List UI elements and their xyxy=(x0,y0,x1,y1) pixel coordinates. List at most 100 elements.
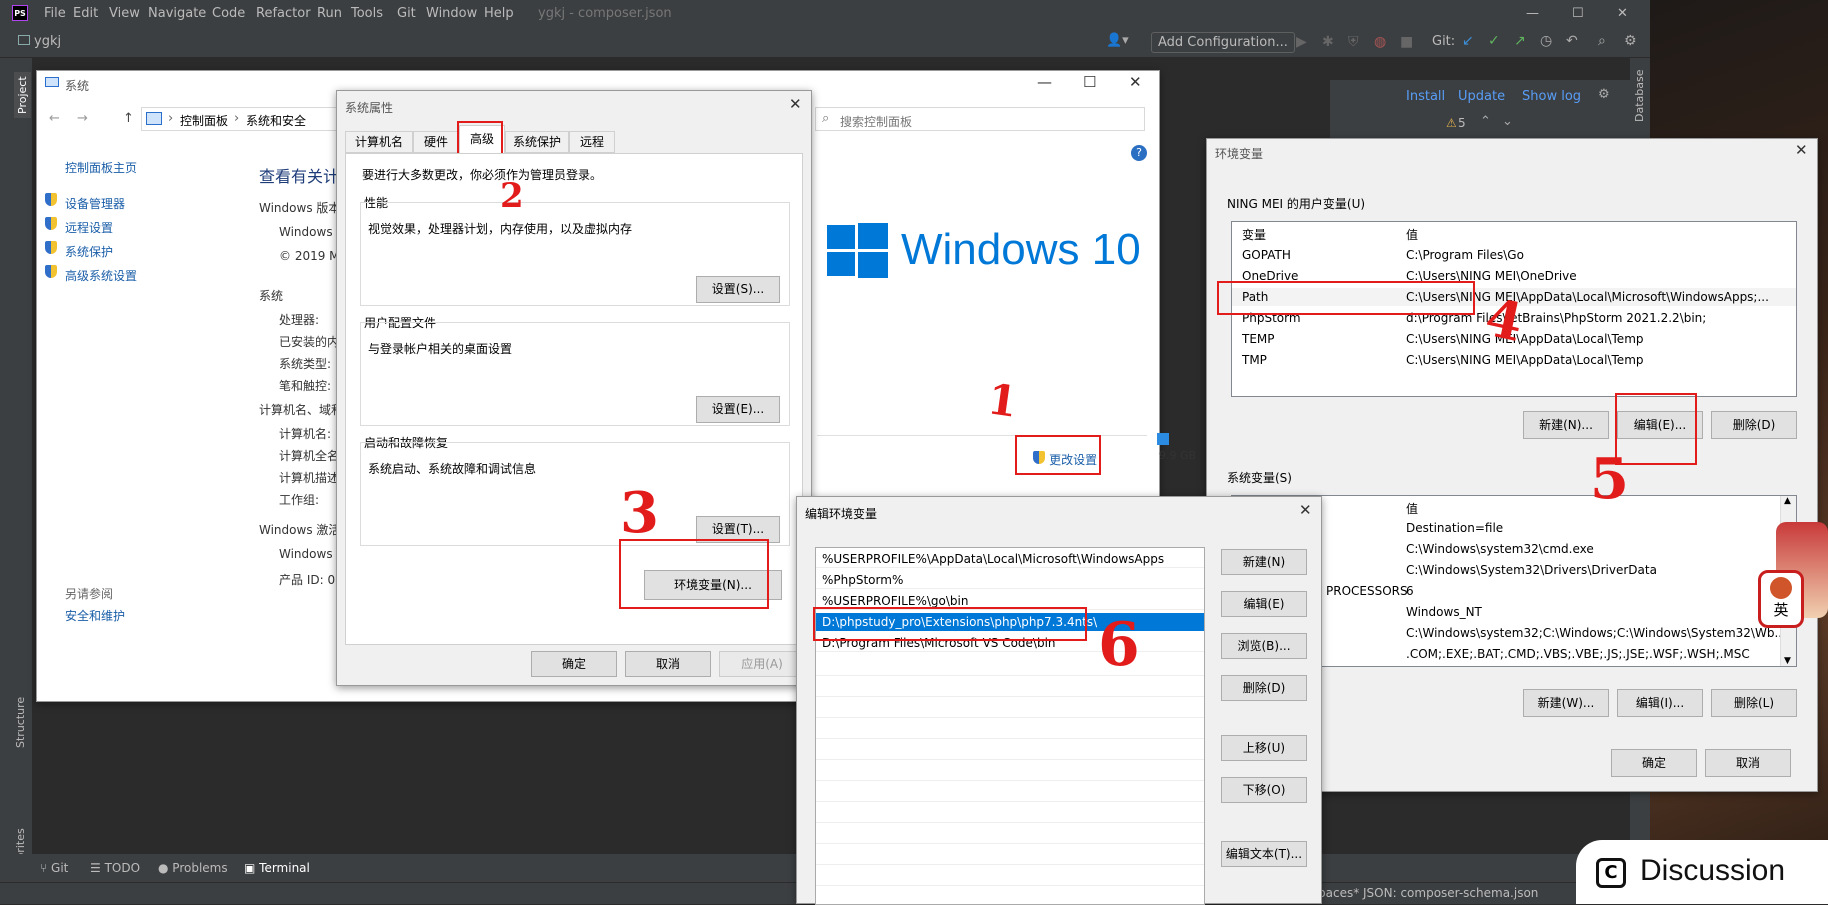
user-new-button[interactable]: 新建(N)... xyxy=(1523,411,1609,439)
ime-indicator[interactable]: 英 xyxy=(1758,570,1804,628)
terminal-tab[interactable]: ▣ Terminal xyxy=(244,861,310,875)
cancel-button[interactable]: 取消 xyxy=(625,651,711,677)
close-icon[interactable]: ✕ xyxy=(1617,6,1628,21)
menu-refactor[interactable]: Refactor xyxy=(256,6,311,21)
forward-icon[interactable]: → xyxy=(77,111,88,126)
menu-git[interactable]: Git xyxy=(397,6,416,21)
list-item[interactable]: %USERPROFILE%\AppData\Local\Microsoft\Wi… xyxy=(816,550,1204,568)
tab-remote[interactable]: 远程 xyxy=(569,131,615,153)
chevron-up-icon[interactable]: ⌃ xyxy=(1480,114,1491,129)
database-tool-tab[interactable]: Database xyxy=(1633,70,1646,123)
stop-icon[interactable]: ■ xyxy=(1400,34,1413,50)
back-icon[interactable]: ← xyxy=(49,111,60,126)
copyright: © 2019 M xyxy=(279,249,340,263)
ok-button[interactable]: 确定 xyxy=(531,651,617,677)
history-icon[interactable]: ◷ xyxy=(1540,33,1552,49)
tab-computer-name[interactable]: 计算机名 xyxy=(345,131,413,153)
column-value[interactable]: 值 xyxy=(1406,500,1418,517)
delete-button[interactable]: 删除(D) xyxy=(1221,675,1307,701)
menu-run[interactable]: Run xyxy=(317,6,342,21)
move-up-button[interactable]: 上移(U) xyxy=(1221,735,1307,761)
up-icon[interactable]: ↑ xyxy=(123,111,134,126)
structure-tool-tab[interactable]: Structure xyxy=(14,697,27,748)
breadcrumb-system-security[interactable]: 系统和安全 xyxy=(246,112,306,129)
control-panel-home-link[interactable]: 控制面板主页 xyxy=(65,159,137,176)
git-tab[interactable]: ⑂ Git xyxy=(40,861,68,875)
shield-icon xyxy=(45,241,57,258)
table-row[interactable]: GOPATH C:\Program Files\Go xyxy=(1232,246,1796,264)
user-delete-button[interactable]: 删除(D) xyxy=(1711,411,1797,439)
composer-update-link[interactable]: Update xyxy=(1458,89,1505,104)
edit-text-button[interactable]: 编辑文本(T)... xyxy=(1221,841,1307,867)
menu-code[interactable]: Code xyxy=(212,6,245,21)
variable-name: TMP xyxy=(1242,353,1267,367)
run-icon[interactable]: ▶ xyxy=(1296,34,1307,50)
edit-button[interactable]: 编辑(E) xyxy=(1221,591,1307,617)
close-icon[interactable]: ✕ xyxy=(1299,501,1312,519)
maximize-icon[interactable]: ☐ xyxy=(1083,73,1096,91)
phpstorm-logo-icon: PS xyxy=(12,5,28,21)
coverage-icon[interactable]: ⛨ xyxy=(1348,34,1359,50)
tab-system-protection[interactable]: 系统保护 xyxy=(505,131,569,153)
browse-button[interactable]: 浏览(B)... xyxy=(1221,633,1307,659)
menu-help[interactable]: Help xyxy=(484,6,514,21)
rollback-icon[interactable]: ↶ xyxy=(1566,33,1578,49)
settings-icon[interactable]: ⚙ xyxy=(1624,33,1637,49)
minimize-icon[interactable]: — xyxy=(1037,73,1052,91)
system-delete-button[interactable]: 删除(L) xyxy=(1711,689,1797,717)
user-icon[interactable]: 👤▾ xyxy=(1106,33,1129,48)
performance-settings-button[interactable]: 设置(S)... xyxy=(696,276,780,303)
maximize-icon[interactable]: ☐ xyxy=(1572,6,1584,21)
git-commit-icon[interactable]: ✓ xyxy=(1488,33,1500,49)
security-maintenance-link[interactable]: 安全和维护 xyxy=(65,607,125,624)
apply-button[interactable]: 应用(A) xyxy=(719,651,805,677)
system-new-button[interactable]: 新建(W)... xyxy=(1523,689,1609,717)
move-down-button[interactable]: 下移(O) xyxy=(1221,777,1307,803)
minimize-icon[interactable]: — xyxy=(1526,6,1539,21)
system-edit-button[interactable]: 编辑(I)... xyxy=(1617,689,1703,717)
todo-tab[interactable]: ☰ TODO xyxy=(90,861,140,875)
menu-window[interactable]: Window xyxy=(426,6,477,21)
search-control-panel-input[interactable]: ⌕ 搜索控制面板 xyxy=(815,107,1145,131)
memory-label: 已安装的内 xyxy=(279,335,340,349)
git-push-icon[interactable]: ↗ xyxy=(1514,33,1526,49)
device-manager-link[interactable]: 设备管理器 xyxy=(65,195,125,212)
close-icon[interactable]: ✕ xyxy=(1129,73,1142,91)
discussion-badge[interactable]: C Discussion xyxy=(1576,840,1828,904)
dialog-title: 编辑环境变量 xyxy=(805,507,878,521)
column-variable[interactable]: 变量 xyxy=(1242,226,1266,243)
remote-settings-link[interactable]: 远程设置 xyxy=(65,219,113,236)
menu-navigate[interactable]: Navigate xyxy=(148,6,206,21)
chevron-down-icon[interactable]: ⌄ xyxy=(1502,114,1513,129)
cancel-button[interactable]: 取消 xyxy=(1705,749,1791,777)
debug-icon[interactable]: ✱ xyxy=(1322,34,1334,50)
search-icon[interactable]: ⌕ xyxy=(1598,33,1606,49)
git-update-icon[interactable]: ↙ xyxy=(1462,33,1474,49)
project-tool-tab[interactable]: Project xyxy=(14,72,31,118)
project-name[interactable]: ygkj xyxy=(34,34,61,49)
path-entries-list[interactable]: %USERPROFILE%\AppData\Local\Microsoft\Wi… xyxy=(815,547,1205,905)
tab-hardware[interactable]: 硬件 xyxy=(413,131,459,153)
column-value[interactable]: 值 xyxy=(1406,226,1418,243)
ok-button[interactable]: 确定 xyxy=(1611,749,1697,777)
problems-tab[interactable]: ● Problems xyxy=(158,861,228,875)
system-variables-title: 系统变量(S) xyxy=(1227,471,1292,485)
settings-icon[interactable]: ⚙ xyxy=(1598,87,1610,102)
close-icon[interactable]: ✕ xyxy=(789,95,802,113)
composer-install-link[interactable]: Install xyxy=(1406,89,1445,104)
new-button[interactable]: 新建(N) xyxy=(1221,549,1307,575)
menu-view[interactable]: View xyxy=(109,6,140,21)
list-item[interactable]: %PhpStorm% xyxy=(816,571,1204,589)
profile-icon[interactable]: ◍ xyxy=(1374,34,1386,50)
help-icon[interactable]: ? xyxy=(1131,145,1147,161)
user-profiles-settings-button[interactable]: 设置(E)... xyxy=(696,396,780,423)
breadcrumb-control-panel[interactable]: 控制面板 xyxy=(180,112,228,129)
menu-tools[interactable]: Tools xyxy=(351,6,383,21)
composer-show-log-link[interactable]: Show log xyxy=(1522,89,1581,104)
add-configuration-button[interactable]: Add Configuration... xyxy=(1151,32,1295,53)
advanced-system-settings-link[interactable]: 高级系统设置 xyxy=(65,267,137,284)
close-icon[interactable]: ✕ xyxy=(1795,141,1808,159)
system-protection-link[interactable]: 系统保护 xyxy=(65,243,113,260)
menu-file[interactable]: File xyxy=(44,6,66,21)
menu-edit[interactable]: Edit xyxy=(73,6,98,21)
